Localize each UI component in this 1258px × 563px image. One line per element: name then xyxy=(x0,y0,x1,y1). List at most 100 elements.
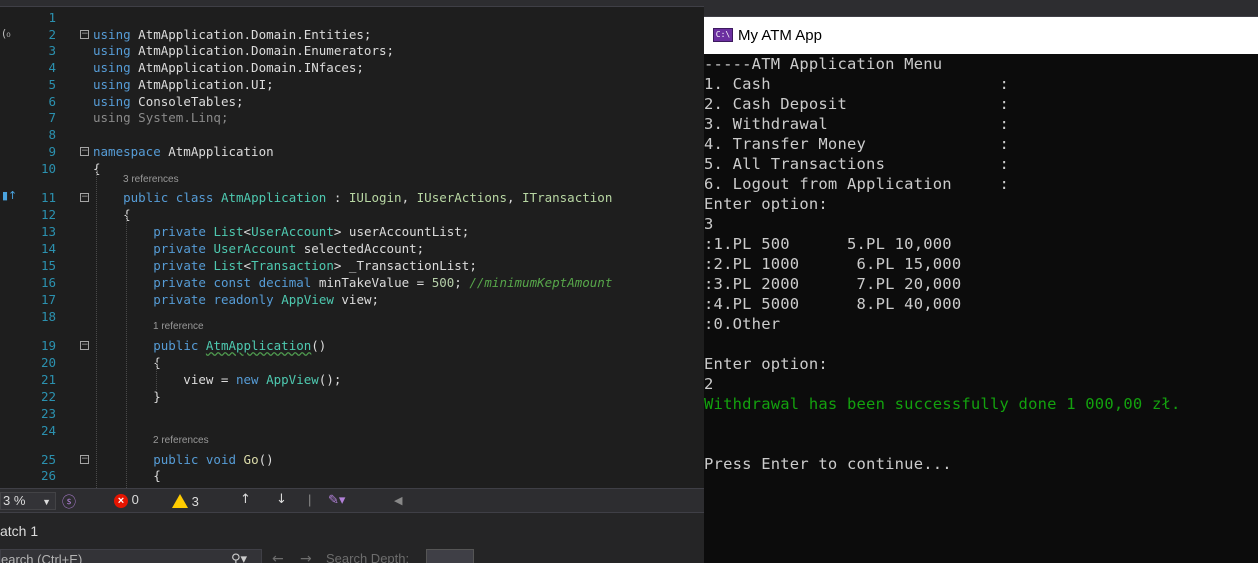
code-text[interactable]: private const decimal minTakeValue = 500… xyxy=(93,274,612,291)
editor-status-bar: 3 % ▼ ⓢ × 0 3 ↑ ↓ | ✎▾ ◀ xyxy=(0,488,704,512)
code-line[interactable]: 12 { xyxy=(0,206,704,223)
code-line[interactable]: 5 using AtmApplication.UI; xyxy=(0,76,704,93)
forward-arrow-icon[interactable]: → xyxy=(300,551,312,563)
code-text[interactable]: private UserAccount selectedAccount; xyxy=(93,240,424,257)
code-editor[interactable]: 1 2− using AtmApplication.Domain.Entities;… xyxy=(0,0,704,488)
code-line[interactable]: 23 xyxy=(0,405,704,422)
console-line: Enter option: xyxy=(704,195,828,213)
code-line[interactable]: 9 − namespace AtmApplication xyxy=(0,143,704,160)
code-text[interactable]: using ConsoleTables; xyxy=(93,93,244,110)
brush-icon[interactable]: ✎▾ xyxy=(328,492,345,508)
console-window[interactable]: C:\ My ATM App -----ATM Application Menu… xyxy=(704,17,1258,563)
code-text[interactable]: using AtmApplication.Domain.INfaces; xyxy=(93,59,364,76)
code-text[interactable]: using AtmApplication.Domain.Enumerators; xyxy=(93,42,394,59)
line-number: 20 xyxy=(40,355,56,370)
code-line[interactable]: 2 − using AtmApplication.Domain.Entities; xyxy=(0,26,704,43)
code-text[interactable]: public void Go() xyxy=(93,451,273,468)
code-line[interactable]: 17 private readonly AppView view; xyxy=(0,291,704,308)
next-issue-arrow-icon[interactable]: ↓ xyxy=(276,492,287,507)
error-count[interactable]: × 0 xyxy=(114,492,139,508)
collapse-toggle-icon[interactable]: − xyxy=(80,30,89,39)
chevron-down-icon: ▼ xyxy=(42,497,51,507)
code-line[interactable]: 21 view = new AppView(); xyxy=(0,371,704,388)
line-number: 4 xyxy=(48,60,56,75)
collapse-toggle-icon[interactable]: − xyxy=(80,455,89,464)
line-number: 1 xyxy=(48,10,56,25)
code-line[interactable]: 3 using AtmApplication.Domain.Enumerators… xyxy=(0,42,704,59)
line-number: 10 xyxy=(40,161,56,176)
code-line[interactable]: 25 − public void Go() xyxy=(0,451,704,468)
watch-search-input[interactable]: earch (Ctrl+E) ⚲▾ xyxy=(0,549,262,563)
code-line[interactable]: 22 } xyxy=(0,388,704,405)
collapse-toggle-icon[interactable]: − xyxy=(80,147,89,156)
previous-issue-arrow-icon[interactable]: ↑ xyxy=(240,492,251,507)
console-line: :4.PL 5000 8.PL 40,000 xyxy=(704,295,962,313)
line-number: 3 xyxy=(48,43,56,58)
collapse-toggle-icon[interactable]: − xyxy=(80,193,89,202)
console-line: 4. Transfer Money : xyxy=(704,135,1010,153)
back-arrow-icon[interactable]: ← xyxy=(272,551,284,563)
code-text[interactable]: view = new AppView(); xyxy=(93,371,341,388)
indent-guide xyxy=(126,214,127,488)
code-line[interactable]: 11 − public class AtmApplication : IULogi… xyxy=(0,189,704,206)
line-number: 17 xyxy=(40,292,56,307)
line-number: 22 xyxy=(40,389,56,404)
code-text[interactable]: private List<Transaction> _TransactionLi… xyxy=(93,257,477,274)
code-line[interactable]: 16 private const decimal minTakeValue = … xyxy=(0,274,704,291)
console-line: Press Enter to continue... xyxy=(704,455,952,473)
console-line: 6. Logout from Application : xyxy=(704,175,1010,193)
code-line[interactable]: 20 { xyxy=(0,354,704,371)
line-number: 2 xyxy=(48,27,56,42)
code-line[interactable]: 13 private List<UserAccount> userAccount… xyxy=(0,223,704,240)
code-line[interactable]: 1 xyxy=(0,9,704,26)
window-title-strip xyxy=(704,0,1258,17)
warning-count[interactable]: 3 xyxy=(172,492,199,509)
console-titlebar[interactable]: C:\ My ATM App xyxy=(704,17,1258,54)
code-text[interactable]: { xyxy=(93,206,131,223)
code-text[interactable]: public AtmApplication() xyxy=(93,337,326,354)
collapse-toggle-icon[interactable]: − xyxy=(80,341,89,350)
watch-panel: atch 1 earch (Ctrl+E) ⚲▾ ← → Search Depth… xyxy=(0,512,704,563)
console-line: 3. Withdrawal : xyxy=(704,115,1010,133)
search-depth-label: Search Depth: xyxy=(326,551,410,563)
line-number: 19 xyxy=(40,338,56,353)
line-number: 9 xyxy=(48,144,56,159)
code-text[interactable]: namespace AtmApplication xyxy=(93,143,274,160)
search-icon[interactable]: ⚲▾ xyxy=(231,550,247,563)
separator: | xyxy=(308,492,312,507)
code-text[interactable]: private readonly AppView view; xyxy=(93,291,379,308)
console-line: 5. All Transactions : xyxy=(704,155,1010,173)
copilot-icon[interactable]: ⓢ xyxy=(62,492,76,512)
code-line[interactable]: 6 using ConsoleTables; xyxy=(0,93,704,110)
warning-icon xyxy=(172,494,188,508)
code-lens-references[interactable]: 1 reference xyxy=(153,321,704,335)
code-text[interactable]: public class AtmApplication : IULogin, I… xyxy=(93,189,612,206)
breakpoint-glyph-icon[interactable]: (₀ xyxy=(2,27,11,40)
code-text[interactable]: using System.Linq; xyxy=(93,109,228,126)
line-number: 14 xyxy=(40,241,56,256)
code-line[interactable]: 7 using System.Linq; xyxy=(0,109,704,126)
code-line[interactable]: 15 private List<Transaction> _Transactio… xyxy=(0,257,704,274)
code-text[interactable]: using AtmApplication.Domain.Entities; xyxy=(93,26,371,43)
line-number: 23 xyxy=(40,406,56,421)
error-icon: × xyxy=(114,494,128,508)
code-line[interactable]: 8 xyxy=(0,126,704,143)
console-output[interactable]: -----ATM Application Menu 1. Cash : 2. Cas… xyxy=(704,54,1258,474)
code-line[interactable]: 26 { xyxy=(0,467,704,484)
code-lens-references[interactable]: 3 references xyxy=(123,174,704,188)
code-line[interactable]: 14 private UserAccount selectedAccount; xyxy=(0,240,704,257)
code-line[interactable]: 4 using AtmApplication.Domain.INfaces; xyxy=(0,59,704,76)
line-number: 18 xyxy=(40,309,56,324)
code-text[interactable]: private List<UserAccount> userAccountLis… xyxy=(93,223,469,240)
console-line: 2 xyxy=(704,375,714,393)
code-text[interactable]: using AtmApplication.UI; xyxy=(93,76,274,93)
code-lens-references[interactable]: 2 references xyxy=(153,435,704,449)
implementation-glyph-icon[interactable]: ▮↑ xyxy=(2,189,17,202)
zoom-dropdown[interactable]: 3 % ▼ xyxy=(0,492,56,510)
line-number: 8 xyxy=(48,127,56,142)
scroll-left-icon[interactable]: ◀ xyxy=(394,494,402,507)
console-app-icon: C:\ xyxy=(713,28,733,42)
code-line[interactable]: 19 − public AtmApplication() xyxy=(0,337,704,354)
search-depth-dropdown[interactable] xyxy=(426,549,474,563)
